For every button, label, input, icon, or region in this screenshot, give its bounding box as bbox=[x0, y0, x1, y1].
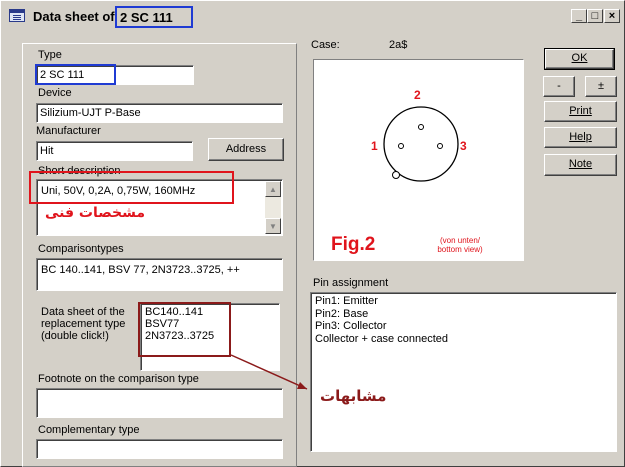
replacement-label-line: (double click!) bbox=[41, 330, 109, 342]
case-tab bbox=[392, 171, 400, 179]
case-diagram: 2 1 3 Fig.2 (von unten/ bottom view) bbox=[313, 59, 524, 261]
device-label: Device bbox=[38, 87, 72, 99]
view-note: (von unten/ bottom view) bbox=[431, 236, 489, 254]
case-label: Case: bbox=[311, 39, 340, 51]
device-field[interactable]: Silizium-UJT P-Base bbox=[36, 103, 283, 123]
pin-2-hole bbox=[418, 124, 424, 130]
window-title-type: 2 SC 111 bbox=[115, 6, 193, 28]
pin-assignment-label: Pin assignment bbox=[313, 277, 389, 289]
close-button[interactable]: × bbox=[604, 9, 620, 23]
pin-assignment-line: Pin2: Base bbox=[315, 307, 369, 320]
manufacturer-field[interactable]: Hit bbox=[36, 141, 193, 161]
pin-1-label: 1 bbox=[371, 139, 378, 153]
replacement-label-line: replacement type bbox=[41, 318, 126, 330]
window-app-icon bbox=[9, 9, 25, 22]
plus-minus-button[interactable]: ± bbox=[585, 76, 617, 97]
replacement-label: Data sheet of the replacement type (doub… bbox=[41, 306, 125, 342]
data-sheet-window: Data sheet of 2 SC 111 _ □ × Type 2 SC 1… bbox=[0, 0, 625, 467]
view-note-line: (von unten/ bbox=[439, 236, 481, 245]
title-bar: Data sheet of 2 SC 111 _ □ × bbox=[3, 3, 623, 28]
window-title: Data sheet of bbox=[33, 9, 115, 24]
replacement-label-line: Data sheet of the bbox=[41, 306, 125, 318]
address-button[interactable]: Address bbox=[208, 138, 284, 161]
comparison-types-label: Comparisontypes bbox=[38, 243, 124, 255]
ok-button-label: OK bbox=[571, 52, 588, 64]
pin-3-label: 3 bbox=[460, 139, 467, 153]
pin-assignment-field[interactable]: Pin1: Emitter Pin2: Base Pin3: Collector… bbox=[310, 292, 617, 452]
complementary-field[interactable] bbox=[36, 439, 283, 459]
view-note-line: bottom view) bbox=[437, 245, 483, 254]
annotation-arrow bbox=[230, 354, 308, 390]
complementary-label: Complementary type bbox=[38, 424, 140, 436]
short-description-highlight-box bbox=[29, 171, 234, 204]
comparison-types-field[interactable]: BC 140..141, BSV 77, 2N3723..3725, ++ bbox=[36, 258, 283, 291]
similar-types-annotation: مشابهات bbox=[320, 387, 387, 405]
type-highlight-box bbox=[35, 64, 116, 85]
print-button[interactable]: Print bbox=[544, 101, 617, 122]
manufacturer-label: Manufacturer bbox=[36, 125, 101, 137]
minimize-button[interactable]: _ bbox=[571, 9, 587, 23]
help-button[interactable]: Help bbox=[544, 127, 617, 148]
pin-assignment-line: Pin1: Emitter bbox=[315, 295, 378, 307]
pin-assignment-line: Collector + case connected bbox=[315, 332, 448, 345]
replacement-highlight-box bbox=[138, 302, 231, 357]
help-button-label: Help bbox=[569, 131, 592, 143]
type-label: Type bbox=[38, 49, 62, 61]
note-button[interactable]: Note bbox=[544, 154, 617, 176]
pin-2-label: 2 bbox=[414, 88, 421, 102]
note-button-label: Note bbox=[568, 158, 593, 170]
scroll-up-arrow-icon[interactable]: ▲ bbox=[265, 181, 281, 197]
minus-button[interactable]: - bbox=[543, 76, 575, 97]
footnote-label: Footnote on the comparison type bbox=[38, 373, 199, 385]
figure-label: Fig.2 bbox=[331, 234, 376, 255]
pin-3-hole bbox=[437, 143, 443, 149]
maximize-button[interactable]: □ bbox=[587, 9, 603, 23]
pin-assignment-line: Pin3: Collector bbox=[315, 320, 387, 332]
technical-specs-annotation: مشخصات فنی bbox=[45, 205, 146, 221]
pin-1-hole bbox=[398, 143, 404, 149]
ok-button[interactable]: OK bbox=[544, 48, 615, 70]
short-description-scrollbar[interactable]: ▲ ▼ bbox=[265, 181, 281, 234]
scroll-down-arrow-icon[interactable]: ▼ bbox=[265, 218, 281, 234]
print-button-label: Print bbox=[569, 105, 592, 117]
case-outline bbox=[383, 106, 459, 182]
case-value: 2a$ bbox=[389, 39, 408, 51]
